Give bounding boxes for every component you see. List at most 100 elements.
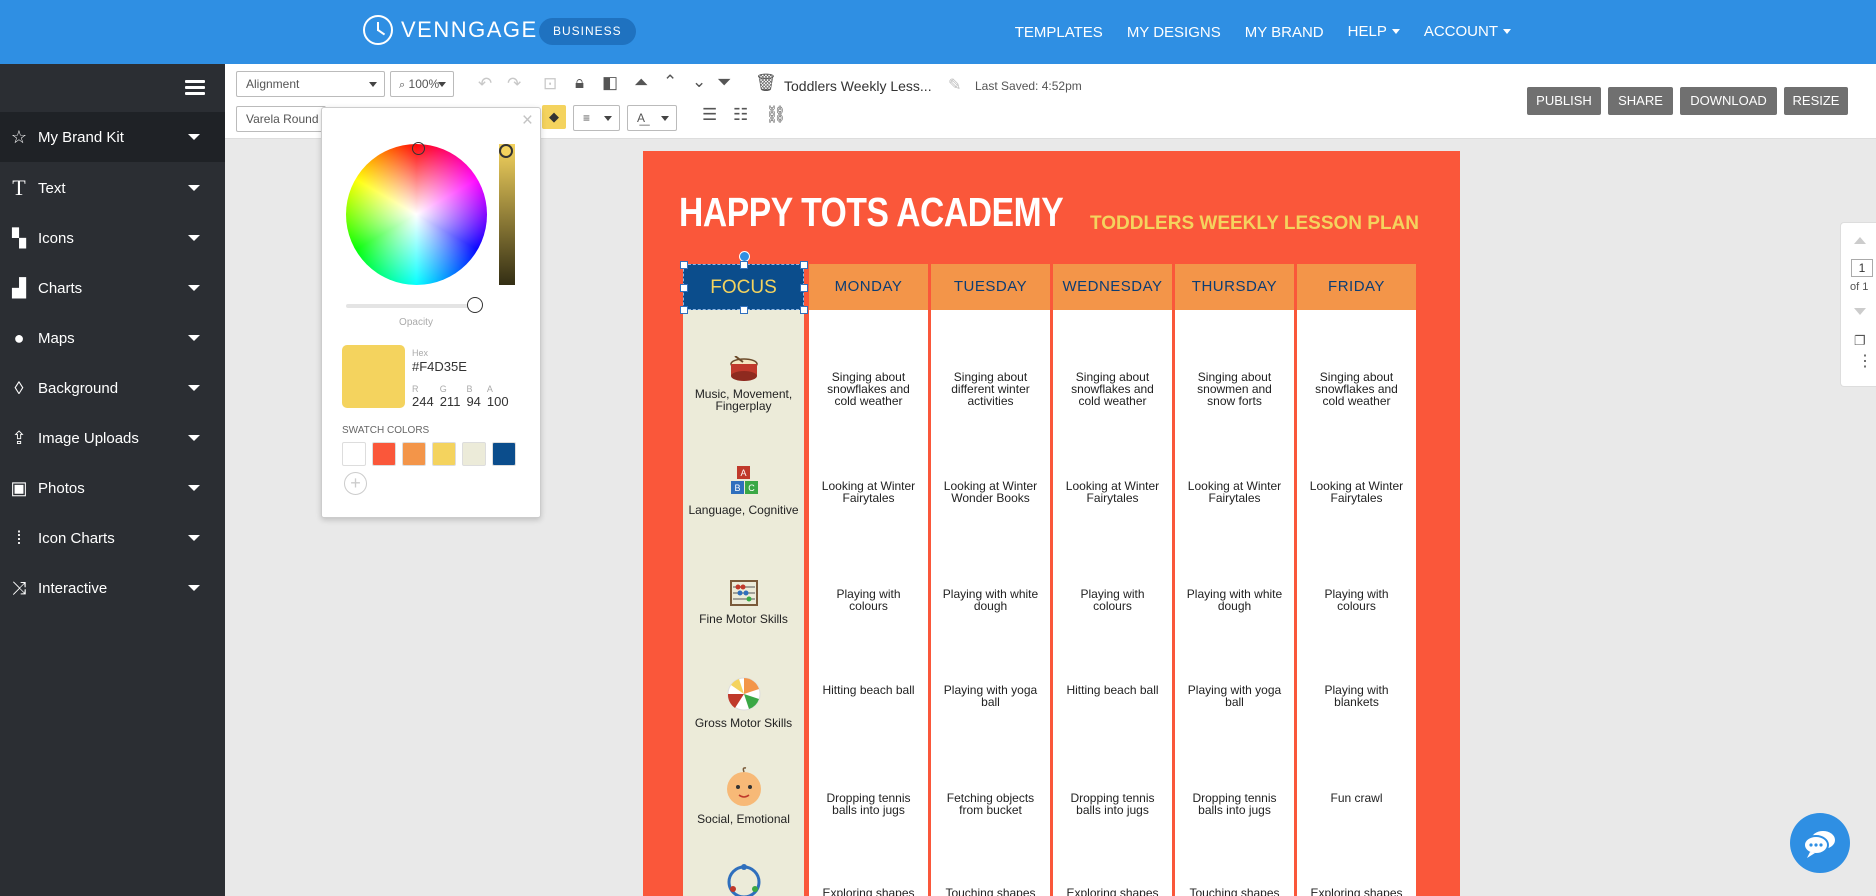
bring-forward-icon[interactable]: ⌃ bbox=[663, 71, 677, 93]
resize-handle[interactable] bbox=[740, 306, 748, 314]
cell-fri-social[interactable]: Fun crawl bbox=[1297, 792, 1416, 804]
crop-icon[interactable]: ⊡ bbox=[543, 73, 557, 95]
trash-icon[interactable]: 🗑︎ bbox=[755, 72, 777, 94]
swatch-cream[interactable] bbox=[462, 442, 486, 466]
zoom-select[interactable]: ⌕ 100% bbox=[390, 71, 454, 97]
cell-fri-gross-motor[interactable]: Playing with blankets bbox=[1297, 684, 1416, 708]
bring-to-front-icon[interactable]: ⏶ bbox=[634, 71, 648, 93]
b-input[interactable]: 94 bbox=[466, 394, 480, 409]
text-size-select[interactable]: A͟ bbox=[627, 105, 677, 131]
text-align-select[interactable]: ≡ bbox=[573, 105, 620, 131]
resize-button[interactable]: RESIZE bbox=[1784, 87, 1848, 115]
resize-handle[interactable] bbox=[740, 261, 748, 269]
page-number-input[interactable]: 1 bbox=[1851, 259, 1873, 277]
nav-account[interactable]: ACCOUNT bbox=[1424, 23, 1498, 40]
cell-thu-fine-motor[interactable]: Playing with white dough bbox=[1175, 588, 1294, 612]
nav-templates[interactable]: TEMPLATES bbox=[1015, 24, 1103, 41]
duplicate-page-icon[interactable]: ❐ bbox=[1854, 333, 1866, 349]
swatch-orange-red[interactable] bbox=[372, 442, 396, 466]
cell-fri-music[interactable]: Singing about snowflakes and cold weathe… bbox=[1297, 371, 1416, 407]
cell-tue-language[interactable]: Looking at Winter Wonder Books bbox=[931, 480, 1050, 504]
cell-mon-fine-motor[interactable]: Playing with colours bbox=[809, 588, 928, 612]
edit-title-icon[interactable]: ✎ bbox=[948, 75, 961, 95]
cell-wed-social[interactable]: Dropping tennis balls into jugs bbox=[1053, 792, 1172, 816]
document-title[interactable]: Toddlers Weekly Less... bbox=[784, 78, 932, 94]
resize-handle[interactable] bbox=[800, 284, 808, 292]
cell-thu-language[interactable]: Looking at Winter Fairytales bbox=[1175, 480, 1294, 504]
cell-wed-gross-motor[interactable]: Hitting beach ball bbox=[1053, 684, 1172, 696]
publish-button[interactable]: PUBLISH bbox=[1527, 87, 1601, 115]
design-subtitle[interactable]: TODDLERS WEEKLY LESSON PLAN bbox=[1090, 213, 1419, 235]
day-header-wednesday[interactable]: WEDNESDAY bbox=[1053, 264, 1172, 310]
focus-header[interactable]: FOCUS bbox=[683, 264, 804, 310]
sidebar-item-my-brand-kit[interactable]: ☆ My Brand Kit bbox=[0, 112, 225, 162]
font-select[interactable]: Varela Round bbox=[236, 106, 326, 132]
send-backward-icon[interactable]: ⌄ bbox=[692, 71, 706, 93]
brightness-slider[interactable] bbox=[499, 144, 515, 285]
cell-mon-social[interactable]: Dropping tennis balls into jugs bbox=[809, 792, 928, 816]
day-header-tuesday[interactable]: TUESDAY bbox=[931, 264, 1050, 310]
resize-handle[interactable] bbox=[800, 261, 808, 269]
cell-wed-exploring[interactable]: Exploring shapes bbox=[1053, 887, 1172, 896]
cell-mon-gross-motor[interactable]: Hitting beach ball bbox=[809, 684, 928, 696]
nav-help-wrap[interactable]: HELP bbox=[1348, 23, 1400, 41]
swatch-orange[interactable] bbox=[402, 442, 426, 466]
add-swatch-icon[interactable]: + bbox=[344, 472, 367, 495]
focus-cell-social[interactable]: Social, Emotional bbox=[683, 767, 804, 825]
cell-tue-fine-motor[interactable]: Playing with white dough bbox=[931, 588, 1050, 612]
fill-color-button[interactable]: ◆ bbox=[542, 105, 566, 129]
sidebar-item-interactive[interactable]: ⤨ Interactive bbox=[0, 563, 225, 613]
link-icon[interactable]: ⛓︎ bbox=[765, 104, 787, 126]
cell-mon-language[interactable]: Looking at Winter Fairytales bbox=[809, 480, 928, 504]
resize-handle[interactable] bbox=[800, 306, 808, 314]
cell-tue-exploring[interactable]: Touching shapes bbox=[931, 887, 1050, 896]
sidebar-item-icons[interactable]: ▚ Icons bbox=[0, 213, 225, 263]
cell-tue-social[interactable]: Fetching objects from bucket bbox=[931, 792, 1050, 816]
cell-fri-language[interactable]: Looking at Winter Fairytales bbox=[1297, 480, 1416, 504]
focus-cell-gross-motor[interactable]: Gross Motor Skills bbox=[683, 677, 804, 729]
cell-wed-fine-motor[interactable]: Playing with colours bbox=[1053, 588, 1172, 612]
swatch-navy[interactable] bbox=[492, 442, 516, 466]
design-canvas[interactable]: HAPPY TOTS ACADEMY TODDLERS WEEKLY LESSO… bbox=[643, 151, 1460, 896]
download-button[interactable]: DOWNLOAD bbox=[1680, 87, 1777, 115]
sidebar-item-image-uploads[interactable]: ⇪ Image Uploads bbox=[0, 413, 225, 463]
nav-my-designs[interactable]: MY DESIGNS bbox=[1127, 24, 1221, 41]
day-header-monday[interactable]: MONDAY bbox=[809, 264, 928, 310]
sidebar-item-text[interactable]: T Text bbox=[0, 163, 225, 213]
resize-handle[interactable] bbox=[680, 306, 688, 314]
sidebar-item-background[interactable]: ◊ Background bbox=[0, 363, 225, 413]
cell-mon-exploring[interactable]: Exploring shapes bbox=[809, 887, 928, 896]
cell-thu-social[interactable]: Dropping tennis balls into jugs bbox=[1175, 792, 1294, 816]
sidebar-item-charts[interactable]: ▟ Charts bbox=[0, 263, 225, 313]
more-options-icon[interactable]: ⋮ bbox=[1857, 354, 1873, 370]
day-header-friday[interactable]: FRIDAY bbox=[1297, 264, 1416, 310]
sidebar-item-photos[interactable]: ▣ Photos bbox=[0, 463, 225, 513]
focus-cell-language[interactable]: ABC Language, Cognitive bbox=[683, 466, 804, 516]
color-wheel-handle[interactable] bbox=[412, 142, 425, 155]
group-icon[interactable]: ◧ bbox=[602, 72, 618, 94]
color-wheel[interactable] bbox=[346, 144, 487, 285]
cell-wed-music[interactable]: Singing about snowflakes and cold weathe… bbox=[1053, 371, 1172, 407]
sidebar-item-icon-charts[interactable]: ⁞ Icon Charts bbox=[0, 513, 225, 563]
swatch-white[interactable] bbox=[342, 442, 366, 466]
nav-my-brand[interactable]: MY BRAND bbox=[1245, 24, 1324, 41]
share-button[interactable]: SHARE bbox=[1608, 87, 1673, 115]
opacity-handle[interactable] bbox=[467, 297, 483, 313]
cell-fri-exploring[interactable]: Exploring shapes bbox=[1297, 887, 1416, 896]
cell-thu-music[interactable]: Singing about snowmen and snow forts bbox=[1175, 371, 1294, 407]
alignment-select[interactable]: Alignment bbox=[236, 71, 385, 97]
venngage-logo[interactable]: VENNGAGE bbox=[363, 15, 538, 45]
cell-thu-exploring[interactable]: Touching shapes bbox=[1175, 887, 1294, 896]
nav-account-wrap[interactable]: ACCOUNT bbox=[1424, 23, 1511, 41]
chat-button[interactable] bbox=[1790, 813, 1850, 873]
nav-help[interactable]: HELP bbox=[1348, 23, 1387, 40]
undo-icon[interactable]: ↶ bbox=[478, 73, 492, 95]
close-icon[interactable]: × bbox=[522, 110, 533, 132]
lock-icon[interactable]: 🔒︎ bbox=[575, 72, 584, 94]
cell-tue-music[interactable]: Singing about different winter activitie… bbox=[931, 371, 1050, 407]
design-title[interactable]: HAPPY TOTS ACADEMY bbox=[679, 189, 1064, 236]
bullet-list-icon[interactable]: ☷ bbox=[733, 104, 748, 126]
redo-icon[interactable]: ↷ bbox=[507, 73, 521, 95]
a-input[interactable]: 100 bbox=[487, 394, 509, 409]
hex-input[interactable]: #F4D35E bbox=[412, 359, 467, 374]
